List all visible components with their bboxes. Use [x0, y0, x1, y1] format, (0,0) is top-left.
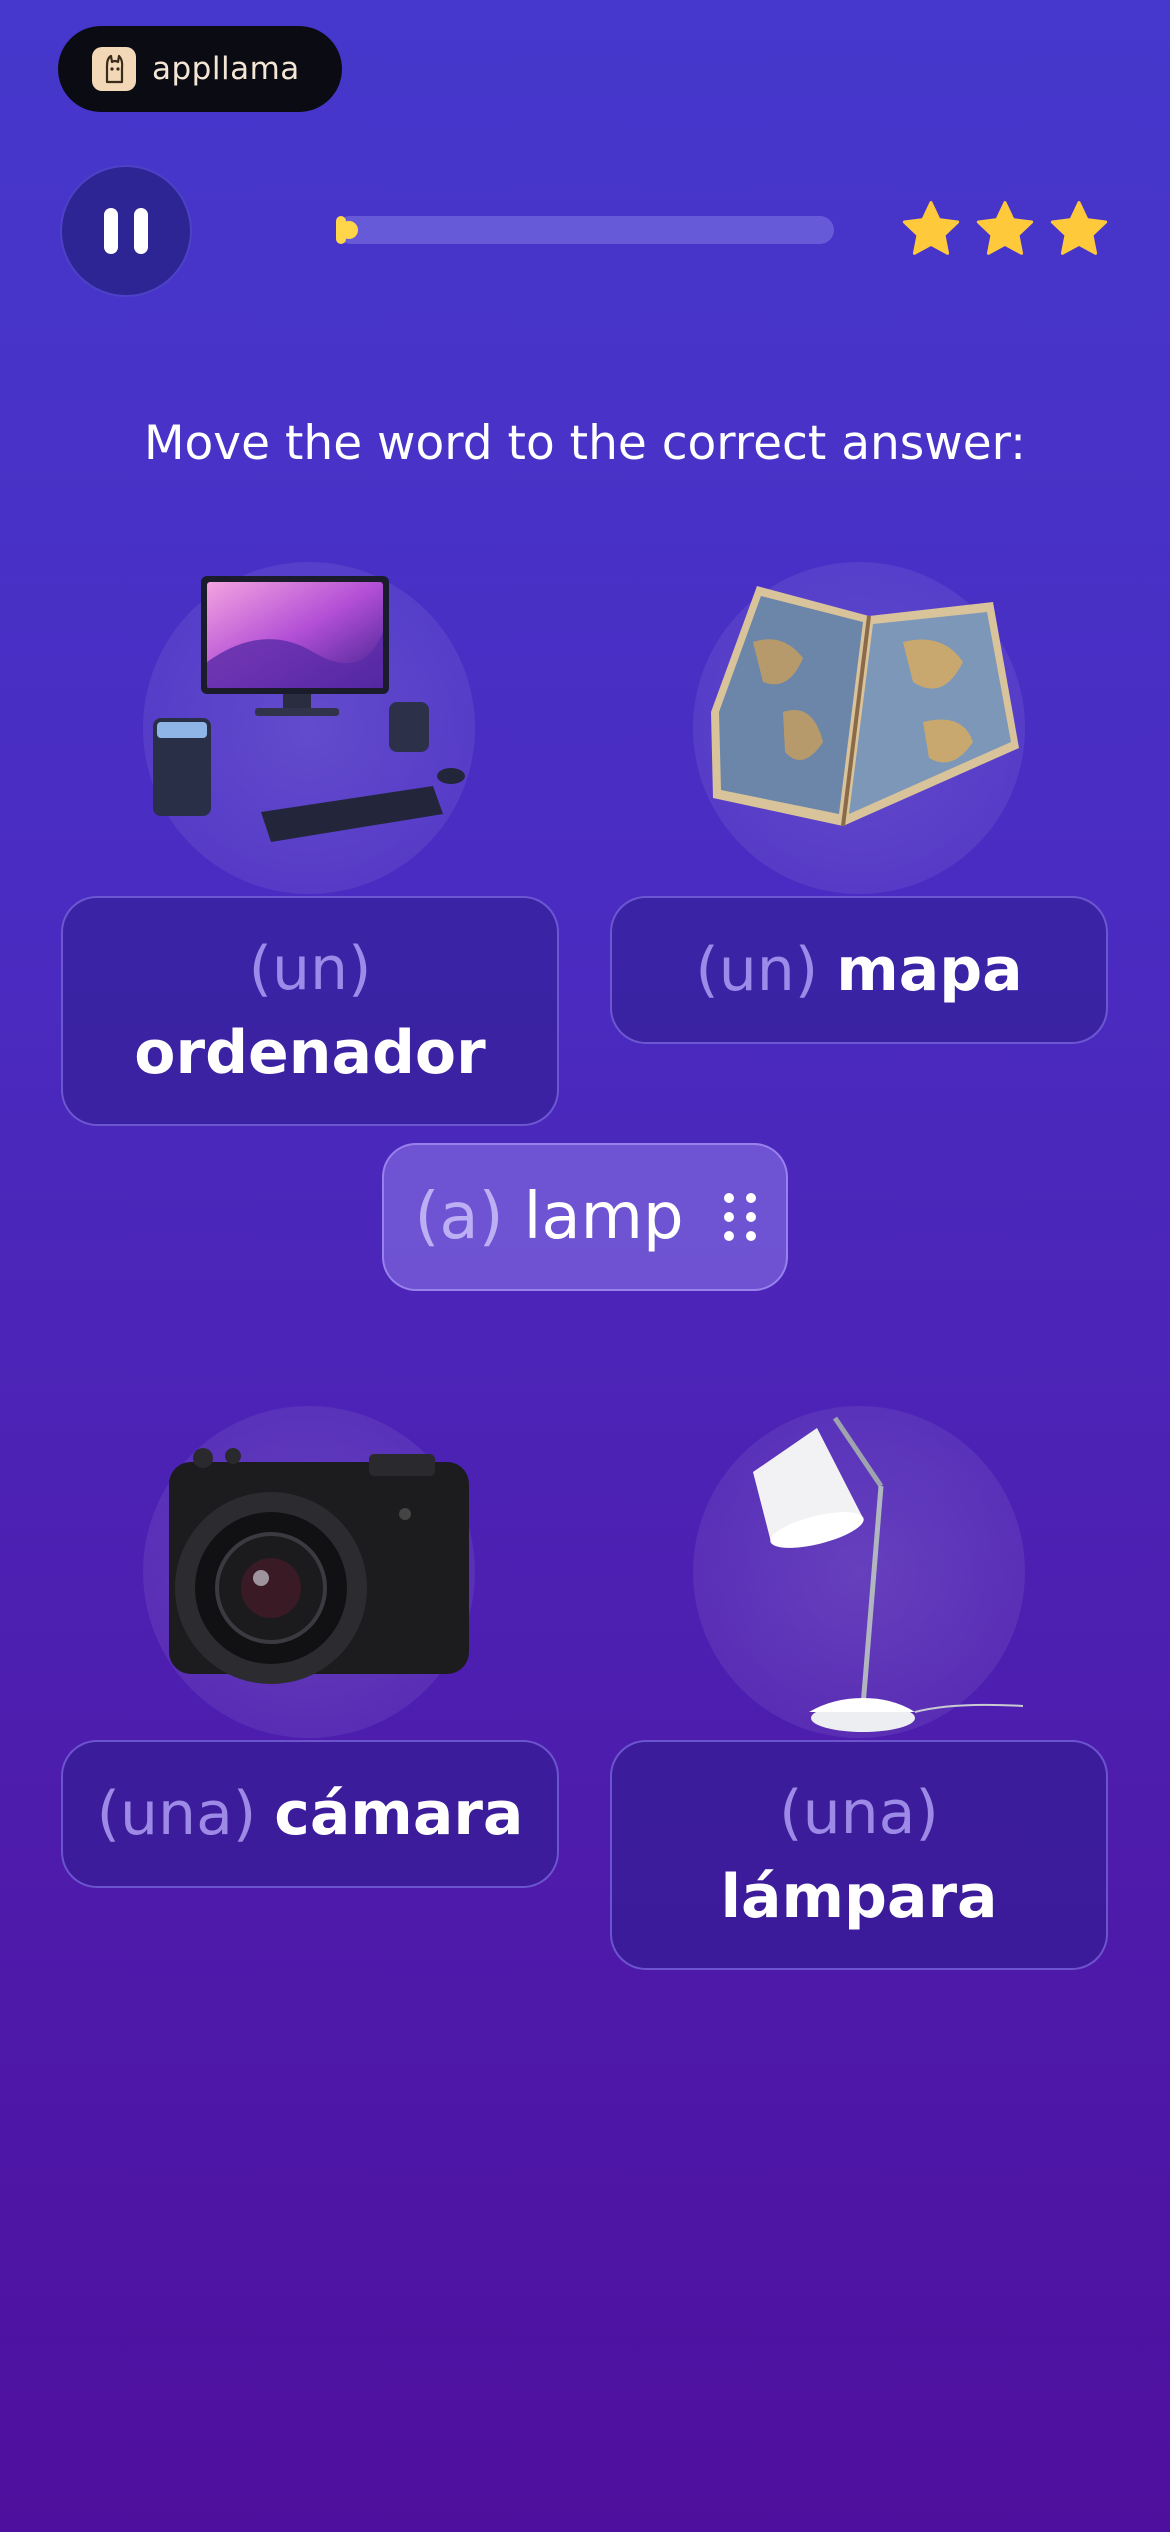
pause-button[interactable] — [60, 165, 192, 297]
drag-handle-icon[interactable] — [723, 1193, 756, 1241]
star-icon — [902, 201, 960, 255]
chip-word: lamp — [523, 1180, 684, 1254]
instruction-text: Move the word to the correct answer: — [144, 416, 1026, 471]
answer-article: (un) — [695, 935, 819, 1005]
computer-image — [143, 562, 475, 894]
answer-box-ordenador[interactable]: (un) ordenador — [61, 896, 559, 1126]
answer-article: (una) — [779, 1778, 939, 1848]
answer-word: lámpara — [720, 1862, 998, 1932]
camera-image — [143, 1406, 475, 1738]
lamp-image — [693, 1406, 1025, 1738]
brand-badge: appllama — [58, 26, 342, 112]
chip-article: (a) — [414, 1180, 504, 1254]
star-rating — [900, 198, 1110, 260]
progress-indicator — [340, 221, 358, 239]
progress-bar — [336, 216, 834, 244]
answer-box-camara[interactable]: (una) cámara — [61, 1740, 559, 1888]
star-icon — [1050, 201, 1108, 255]
answer-word: mapa — [836, 935, 1023, 1005]
answer-article: (una) — [96, 1779, 257, 1849]
map-image — [693, 562, 1025, 894]
llama-icon — [92, 47, 136, 91]
brand-name: appllama — [152, 51, 300, 87]
pause-icon — [104, 208, 118, 254]
draggable-word-chip[interactable]: (a) lamp — [382, 1143, 788, 1291]
answer-word: ordenador — [134, 1018, 486, 1088]
star-icon — [976, 201, 1034, 255]
answer-box-mapa[interactable]: (un) mapa — [610, 896, 1108, 1044]
answer-word: cámara — [274, 1779, 524, 1849]
answer-box-lampara[interactable]: (una) lámpara — [610, 1740, 1108, 1970]
answer-article: (un) — [248, 934, 372, 1004]
